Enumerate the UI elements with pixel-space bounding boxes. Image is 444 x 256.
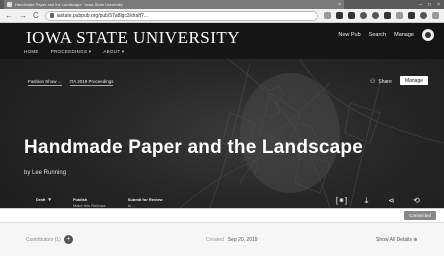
browser-toolbar: ← → C iastate.pubpub.org/pub/57a8lgc3/dr… (0, 9, 444, 23)
nav-home[interactable]: HOME (24, 49, 39, 55)
browser-tab-bar: Handmade Paper and the Landscape · Iowa … (0, 0, 444, 9)
star-icon[interactable] (324, 12, 331, 19)
pub-meta-row: Draft ▾ Publish Make this Release Submit … (36, 197, 163, 208)
draft-selector[interactable]: Draft ▾ (36, 197, 51, 208)
show-all-details-link[interactable]: Show All Details ⊕ (376, 237, 417, 243)
close-window-button[interactable]: × (437, 2, 440, 8)
forward-button[interactable]: → (19, 11, 27, 20)
extension-icon[interactable] (360, 12, 367, 19)
window-controls: – □ × (419, 2, 440, 8)
url-text: iastate.pubpub.org/pub/57a8lgc3/draft?..… (56, 12, 148, 19)
created-label: Created (206, 237, 224, 243)
nav-about[interactable]: ABOUT ▾ (103, 49, 124, 55)
lock-icon (49, 13, 54, 18)
extension-icon[interactable] (396, 12, 403, 19)
created-info: Created Sep 20, 2019 (206, 237, 258, 243)
extension-icon[interactable] (372, 12, 379, 19)
tab-close-button[interactable]: × (338, 2, 341, 8)
favicon-icon (7, 2, 12, 7)
manage-link[interactable]: Manage (394, 32, 414, 38)
editor-status-bar: Connected (0, 208, 444, 222)
pub-byline: by Lee Running (24, 170, 67, 176)
download-icon[interactable]: ⤓ (361, 195, 372, 206)
site-subnav: HOME PROCEEDINGS ▾ ABOUT ▾ (24, 49, 124, 55)
connection-status-badge: Connected (404, 211, 436, 220)
publish-label: Publish (72, 197, 88, 202)
pub-actions: [⁕] ⤓ ⋖ ⟲ (336, 195, 422, 206)
submit-review-action[interactable]: Submit for Review to ... (128, 197, 163, 208)
pub-header: IOWA STATE UNIVERSITY New Pub Search Man… (0, 23, 444, 208)
maximize-button[interactable]: □ (428, 2, 431, 8)
address-bar[interactable]: iastate.pubpub.org/pub/57a8lgc3/draft?..… (44, 10, 318, 21)
add-contributor-icon[interactable]: + (63, 235, 73, 244)
share-button[interactable]: ⚇ Share (370, 78, 392, 86)
pub-info-bar: Contributors (1) + Created Sep 20, 2019 … (0, 222, 444, 256)
created-date: Sep 20, 2019 (227, 237, 258, 243)
tab-title: Handmade Paper and the Landscape · Iowa … (15, 2, 123, 7)
draft-label: Draft (36, 197, 46, 202)
user-avatar[interactable] (422, 29, 434, 41)
contributors[interactable]: Contributors (1) + (26, 235, 73, 244)
extension-icon[interactable] (348, 12, 355, 19)
extension-icon[interactable] (336, 12, 343, 19)
search-link[interactable]: Search (369, 32, 386, 38)
extension-icon[interactable] (408, 12, 415, 19)
reload-button[interactable]: C (33, 11, 39, 20)
top-nav: New Pub Search Manage (338, 29, 434, 41)
collection-tag[interactable]: ITA 2019 Proceedings (69, 79, 114, 86)
publish-action[interactable]: Publish Make this Release (73, 197, 106, 208)
collection-tag[interactable]: Fashion Show ... (28, 79, 62, 86)
manage-button[interactable]: Manage (400, 76, 428, 85)
nav-proceedings[interactable]: PROCEEDINGS ▾ (51, 49, 92, 55)
user-icon (425, 32, 431, 38)
back-button[interactable]: ← (5, 11, 13, 20)
cite-icon[interactable]: [⁕] (336, 195, 347, 206)
minimize-button[interactable]: – (419, 2, 422, 8)
new-pub-link[interactable]: New Pub (338, 32, 360, 38)
people-icon: ⚇ (370, 79, 376, 85)
page-content: IOWA STATE UNIVERSITY New Pub Search Man… (0, 23, 444, 256)
share-label: Share (378, 78, 392, 85)
site-header: IOWA STATE UNIVERSITY New Pub Search Man… (0, 23, 444, 59)
extension-icons (324, 12, 439, 19)
extension-icon[interactable] (384, 12, 391, 19)
history-icon[interactable]: ⟲ (411, 195, 422, 206)
pub-title: Handmade Paper and the Landscape (24, 137, 363, 158)
collection-tags: Fashion Show ... ITA 2019 Proceedings (28, 79, 114, 86)
profile-icon[interactable] (420, 12, 427, 19)
browser-tab[interactable]: Handmade Paper and the Landscape · Iowa … (4, 0, 344, 9)
site-logo[interactable]: IOWA STATE UNIVERSITY (26, 28, 240, 48)
menu-icon[interactable] (432, 12, 439, 19)
contributors-label: Contributors (1) (26, 236, 61, 243)
submit-review-label: Submit for Review (127, 197, 163, 202)
chevron-down-icon: ▾ (48, 197, 51, 203)
share-icon[interactable]: ⋖ (386, 195, 397, 206)
